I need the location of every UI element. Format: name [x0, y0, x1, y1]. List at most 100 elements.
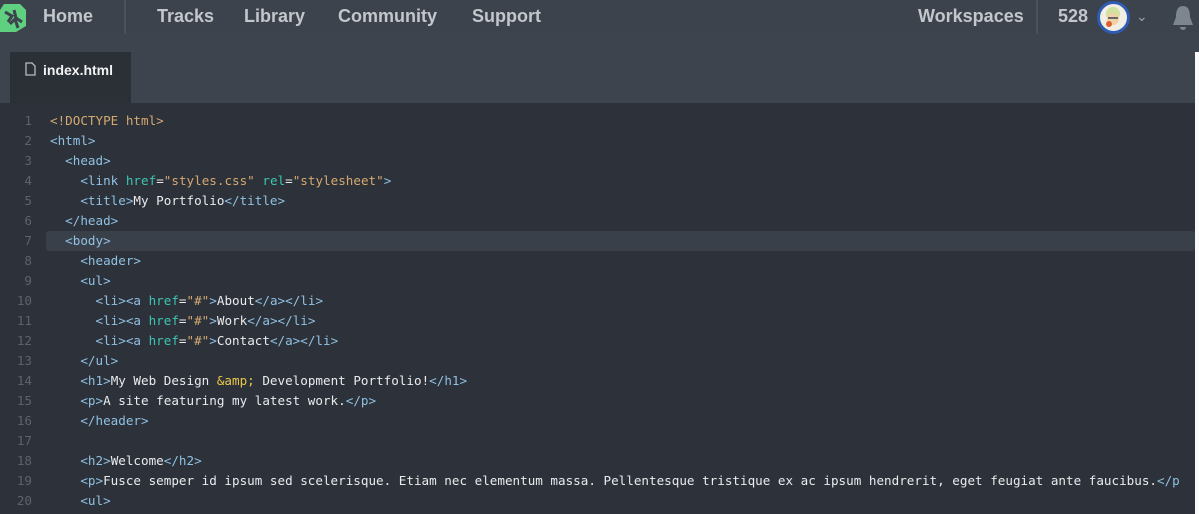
line-number: 13: [16, 353, 32, 368]
code-text: <p>A site featuring my latest work.</p>: [50, 391, 376, 411]
token-attr: rel: [262, 173, 286, 188]
token-str: "#": [186, 333, 210, 348]
token-tag: <li><a: [95, 313, 149, 328]
code-line[interactable]: 9 <ul>: [0, 271, 1195, 291]
token-tag: <h2>: [80, 453, 111, 468]
token-txt: Development Portfolio!: [254, 373, 430, 388]
token-tag: >: [383, 173, 392, 188]
token-str: "stylesheet": [292, 173, 384, 188]
code-line[interactable]: 17: [0, 431, 1195, 451]
code-line[interactable]: 16 </header>: [0, 411, 1195, 431]
points-count[interactable]: 528: [1058, 6, 1088, 27]
line-number: 18: [16, 453, 32, 468]
token-txt: My Web Design: [110, 373, 217, 388]
code-text: <body>: [50, 231, 111, 251]
code-text: <h1>My Web Design &amp; Development Port…: [50, 371, 467, 391]
token-tag: <li><a: [95, 293, 149, 308]
token-tag: <body>: [65, 233, 111, 248]
nav-home[interactable]: Home: [43, 6, 93, 27]
line-number: 16: [16, 413, 32, 428]
code-line[interactable]: 11 <li><a href="#">Work</a></li>: [0, 311, 1195, 331]
token-tag: <ul>: [80, 273, 111, 288]
token-txt: =: [178, 313, 187, 328]
line-number: 14: [16, 373, 32, 388]
token-tag: <p>: [80, 393, 104, 408]
code-text: <p>Fusce semper id ipsum sed scelerisque…: [50, 471, 1180, 491]
scrollbar-edge[interactable]: [1195, 52, 1199, 514]
code-text: <head>: [50, 151, 111, 171]
token-tag: <title>: [80, 193, 134, 208]
line-number: 10: [16, 293, 32, 308]
nav-divider: [124, 0, 126, 34]
token-attr: href: [148, 333, 179, 348]
chevron-down-icon[interactable]: ⌄: [1136, 8, 1148, 25]
token-txt: A site featuring my latest work.: [103, 393, 346, 408]
code-line[interactable]: 10 <li><a href="#">About</a></li>: [0, 291, 1195, 311]
line-number: 7: [24, 233, 32, 248]
code-line[interactable]: 5 <title>My Portfolio</title>: [0, 191, 1195, 211]
nav-support[interactable]: Support: [472, 6, 541, 27]
treehouse-logo-icon[interactable]: [0, 2, 26, 32]
bell-icon[interactable]: [1169, 3, 1197, 31]
token-tag: </title>: [224, 193, 286, 208]
code-line[interactable]: 18 <h2>Welcome</h2>: [0, 451, 1195, 471]
code-line[interactable]: 13 </ul>: [0, 351, 1195, 371]
token-txt: =: [285, 173, 293, 188]
token-tag: </p>: [345, 393, 377, 408]
nav-tracks[interactable]: Tracks: [157, 6, 214, 27]
code-text: <ul>: [50, 491, 110, 511]
user-avatar[interactable]: [1097, 1, 1130, 34]
code-line[interactable]: 7 <body>: [0, 231, 1195, 251]
token-tag: </a></li>: [269, 333, 339, 348]
code-line[interactable]: 15 <p>A site featuring my latest work.</…: [0, 391, 1195, 411]
token-txt: My Portfolio: [133, 193, 225, 208]
line-number: 2: [24, 133, 32, 148]
code-line[interactable]: 4 <link href="styles.css" rel="styleshee…: [0, 171, 1195, 191]
token-tag: </header>: [80, 413, 149, 428]
tab-index-html[interactable]: index.html: [10, 52, 131, 103]
code-text: <link href="styles.css" rel="stylesheet"…: [50, 171, 391, 191]
nav-divider: [1036, 0, 1038, 34]
code-line[interactable]: 12 <li><a href="#">Contact</a></li>: [0, 331, 1195, 351]
line-number: 19: [16, 473, 32, 488]
token-tag: <html>: [50, 133, 96, 148]
nav-workspaces[interactable]: Workspaces: [918, 6, 1024, 27]
token-txt: =: [156, 173, 164, 188]
code-line[interactable]: 20 <ul>: [0, 491, 1195, 511]
code-line[interactable]: 3 <head>: [0, 151, 1195, 171]
code-line[interactable]: 6 </head>: [0, 211, 1195, 231]
token-tag: </p: [1157, 473, 1180, 488]
nav-community[interactable]: Community: [338, 6, 437, 27]
code-line[interactable]: 19 <p>Fusce semper id ipsum sed sceleris…: [0, 471, 1195, 491]
file-icon: [25, 62, 36, 76]
token-tag: </h1>: [429, 373, 468, 388]
token-tag: <li><a: [95, 333, 149, 348]
code-text: <header>: [50, 251, 141, 271]
code-line[interactable]: 8 <header>: [0, 251, 1195, 271]
line-number: 17: [16, 433, 32, 448]
code-line[interactable]: 14 <h1>My Web Design &amp; Development P…: [0, 371, 1195, 391]
tab-bar: index.html: [0, 34, 1199, 103]
token-tag: <header>: [80, 253, 142, 268]
code-text: <html>: [50, 131, 96, 151]
code-line[interactable]: 1 <!DOCTYPE html>: [0, 111, 1195, 131]
token-ent: &amp;: [216, 373, 255, 388]
line-number: 3: [24, 153, 32, 168]
code-text: <li><a href="#">Work</a></li>: [50, 311, 316, 331]
line-number: 5: [24, 193, 32, 208]
token-str: "#": [186, 313, 210, 328]
code-editor[interactable]: 1 <!DOCTYPE html> 2 <html> 3 <head> 4 <link h…: [0, 111, 1195, 511]
nav-library[interactable]: Library: [244, 6, 305, 27]
code-line[interactable]: 2 <html>: [0, 131, 1195, 151]
